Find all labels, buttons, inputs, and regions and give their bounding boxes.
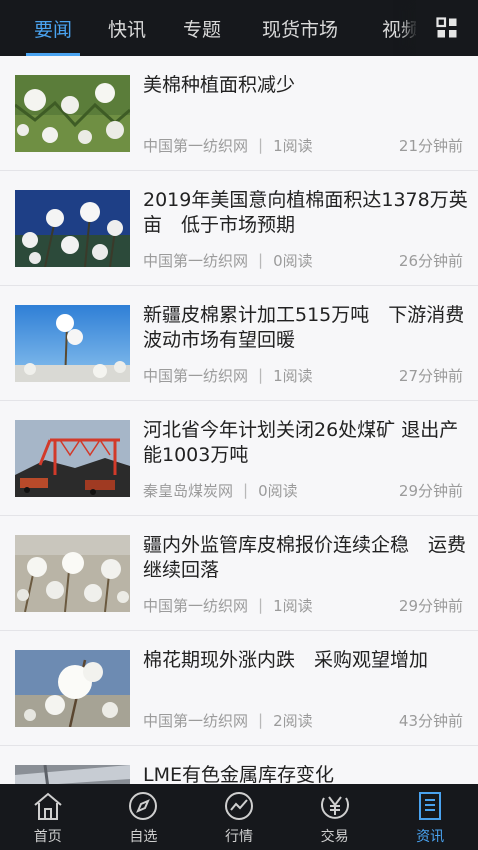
news-thumbnail	[15, 190, 130, 267]
news-source: 中国第一纺织网	[143, 711, 249, 730]
grid-icon	[436, 17, 457, 38]
tab-topics[interactable]: 专题	[152, 0, 252, 56]
news-read-count: 0阅读	[258, 481, 298, 500]
news-title: 河北省今年计划关闭26处煤矿 退出产能1003万吨	[143, 419, 459, 466]
tab-spot-market[interactable]: 现货市场	[252, 0, 348, 56]
news-time: 27分钟前	[398, 366, 463, 385]
news-list: 美棉种植面积减少 中国第一纺织网 | 1阅读 21分钟前 2019年美国意向植棉…	[0, 56, 478, 784]
news-time: 21分钟前	[398, 136, 463, 155]
news-item[interactable]: 河北省今年计划关闭26处煤矿 退出产能1003万吨 秦皇岛煤炭网 | 0阅读 2…	[0, 401, 478, 516]
nav-label: 资讯	[416, 829, 445, 845]
news-title: 疆内外监管库皮棉报价连续企稳 运费继续回落	[143, 534, 467, 581]
news-meta: 中国第一纺织网 | 1阅读 27分钟前	[143, 365, 463, 385]
news-read-count: 1阅读	[273, 136, 313, 155]
news-title: 美棉种植面积减少	[143, 74, 296, 96]
news-item[interactable]: 棉花期现外涨内跌 采购观望增加 中国第一纺织网 | 2阅读 43分钟前	[0, 631, 478, 746]
news-thumbnail	[15, 420, 130, 497]
news-time: 43分钟前	[398, 711, 463, 730]
news-icon	[412, 789, 448, 823]
news-meta: 中国第一纺织网 | 2阅读 43分钟前	[143, 710, 463, 730]
meta-separator: |	[258, 251, 264, 269]
news-time: 29分钟前	[398, 596, 463, 615]
news-thumbnail	[15, 765, 130, 784]
category-tabs: 要闻 快讯 专题 现货市场 视频	[0, 0, 436, 56]
meta-separator: |	[258, 711, 264, 729]
news-meta: 中国第一纺织网 | 0阅读 26分钟前	[143, 250, 463, 270]
news-source: 中国第一纺织网	[143, 251, 249, 270]
nav-label: 行情	[224, 829, 253, 845]
news-source: 秦皇岛煤炭网	[143, 481, 234, 500]
nav-label: 自选	[129, 829, 158, 845]
compass-icon	[125, 789, 161, 823]
news-source: 中国第一纺织网	[143, 596, 249, 615]
nav-label: 首页	[33, 829, 62, 845]
tab-flash-news[interactable]: 快讯	[102, 0, 152, 56]
news-title: 2019年美国意向植棉面积达1378万英亩 低于市场预期	[143, 189, 468, 236]
news-thumbnail	[15, 305, 130, 382]
home-icon	[30, 789, 66, 823]
news-item[interactable]: LME有色金属库存变化	[0, 746, 478, 784]
meta-separator: |	[258, 596, 264, 614]
top-tab-bar: 要闻 快讯 专题 现货市场 视频	[0, 0, 478, 56]
meta-separator: |	[243, 481, 249, 499]
nav-label: 交易	[320, 829, 349, 845]
news-title: LME有色金属库存变化	[143, 764, 334, 784]
news-read-count: 1阅读	[273, 596, 313, 615]
meta-separator: |	[258, 366, 264, 384]
news-time: 29分钟前	[398, 481, 463, 500]
meta-separator: |	[258, 136, 264, 154]
nav-home[interactable]: 首页	[0, 784, 96, 850]
yen-icon	[317, 789, 353, 823]
news-source: 中国第一纺织网	[143, 366, 249, 385]
news-item[interactable]: 疆内外监管库皮棉报价连续企稳 运费继续回落 中国第一纺织网 | 1阅读 29分钟…	[0, 516, 478, 631]
news-meta: 中国第一纺织网 | 1阅读 29分钟前	[143, 595, 463, 615]
channel-grid-button[interactable]	[416, 0, 478, 56]
news-time: 26分钟前	[398, 251, 463, 270]
news-item[interactable]: 美棉种植面积减少 中国第一纺织网 | 1阅读 21分钟前	[0, 56, 478, 171]
nav-news[interactable]: 资讯	[382, 784, 478, 850]
news-meta: 中国第一纺织网 | 1阅读 21分钟前	[143, 135, 463, 155]
news-thumbnail	[15, 535, 130, 612]
news-thumbnail	[15, 650, 130, 727]
nav-trade[interactable]: 交易	[287, 784, 383, 850]
news-read-count: 0阅读	[273, 251, 313, 270]
bottom-nav-bar: 首页 自选 行情 交易 资讯	[0, 784, 478, 850]
news-source: 中国第一纺织网	[143, 136, 249, 155]
news-item[interactable]: 2019年美国意向植棉面积达1378万英亩 低于市场预期 中国第一纺织网 | 0…	[0, 171, 478, 286]
news-read-count: 2阅读	[273, 711, 313, 730]
news-meta: 秦皇岛煤炭网 | 0阅读 29分钟前	[143, 480, 463, 500]
news-read-count: 1阅读	[273, 366, 313, 385]
nav-market[interactable]: 行情	[191, 784, 287, 850]
nav-watchlist[interactable]: 自选	[96, 784, 192, 850]
news-thumbnail	[15, 75, 130, 152]
chart-icon	[221, 789, 257, 823]
tab-headlines[interactable]: 要闻	[0, 0, 106, 56]
news-title: 新疆皮棉累计加工515万吨 下游消费波动市场有望回暖	[143, 304, 465, 351]
news-title: 棉花期现外涨内跌 采购观望增加	[143, 649, 429, 671]
news-item[interactable]: 新疆皮棉累计加工515万吨 下游消费波动市场有望回暖 中国第一纺织网 | 1阅读…	[0, 286, 478, 401]
